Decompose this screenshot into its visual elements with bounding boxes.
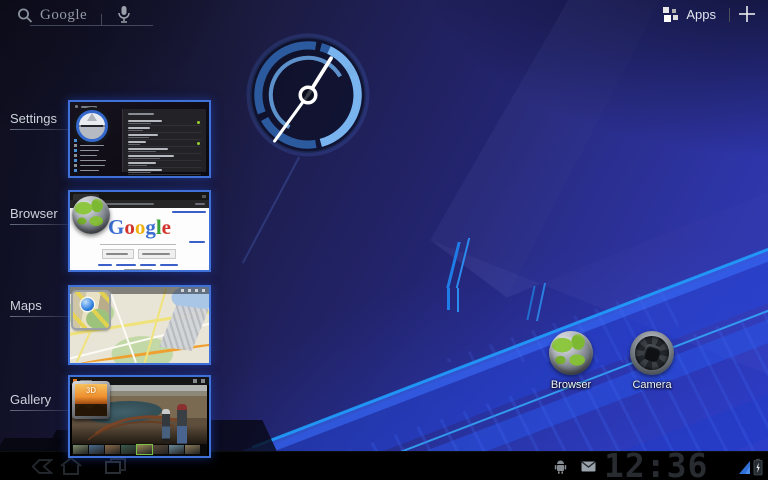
settings-row <box>128 119 201 126</box>
search-widget-label: Google <box>40 7 87 24</box>
filmstrip-thumb <box>121 445 136 454</box>
settings-row <box>128 168 201 175</box>
filmstrip-thumb <box>105 445 120 454</box>
settings-row <box>128 126 201 133</box>
honeycomb-home-screen: Google Apps <box>0 0 768 480</box>
filmstrip-thumb <box>153 445 168 454</box>
logo-letter: o <box>135 215 146 239</box>
battery-charging-icon <box>753 458 763 476</box>
android-robot-icon <box>554 459 567 474</box>
maps-app-icon <box>73 292 109 328</box>
analog-clock-widget[interactable] <box>246 33 370 157</box>
apps-button-label: Apps <box>686 7 716 22</box>
recent-thumb-gallery[interactable]: 3D <box>68 375 211 458</box>
google-search-widget[interactable]: Google <box>12 4 157 28</box>
settings-row <box>128 161 201 168</box>
desktop-icon-browser[interactable]: Browser <box>531 331 611 391</box>
settings-row <box>128 154 201 161</box>
recents-icon[interactable] <box>103 456 129 477</box>
system-clock: 12:36 <box>604 452 708 480</box>
apps-button[interactable]: Apps <box>663 6 716 22</box>
plus-icon[interactable] <box>738 5 756 23</box>
recent-thumb-browser[interactable]: Google <box>68 190 211 272</box>
recent-thumb-settings[interactable] <box>68 100 211 178</box>
clock-center <box>300 87 316 103</box>
filmstrip-thumb <box>89 445 104 454</box>
apps-grid-icon <box>663 6 679 22</box>
globe-icon <box>549 331 593 375</box>
settings-app-icon <box>73 107 111 145</box>
settings-list-item <box>74 168 118 173</box>
filmstrip-thumb <box>169 445 184 454</box>
gallery-app-icon: 3D <box>72 381 110 419</box>
logo-letter: G <box>108 215 124 239</box>
desktop-icon-label: Browser <box>531 379 611 391</box>
search-underline <box>30 25 101 26</box>
settings-rows <box>128 119 201 170</box>
desktop-icon-camera[interactable]: Camera <box>612 331 692 391</box>
signal-icon <box>738 460 751 475</box>
filmstrip-thumb <box>185 445 200 454</box>
email-icon <box>581 461 596 472</box>
desktop-icon-label: Camera <box>612 379 692 391</box>
photo-person-short <box>162 409 170 441</box>
photo-person-tall <box>177 404 187 445</box>
search-icon <box>16 7 34 25</box>
filmstrip-thumb <box>137 445 152 454</box>
mic-icon[interactable] <box>116 5 132 26</box>
gallery-filmstrip <box>72 444 207 456</box>
logo-letter: g <box>145 215 156 239</box>
settings-row <box>128 140 201 147</box>
home-icon[interactable] <box>58 456 84 477</box>
status-cluster[interactable]: 12:36 <box>548 452 768 480</box>
settings-row <box>128 147 201 154</box>
browser-app-icon <box>72 196 110 234</box>
settings-row <box>128 133 201 140</box>
recent-thumb-maps[interactable] <box>68 285 211 365</box>
topbar-divider <box>729 8 730 22</box>
logo-letter: e <box>162 215 171 239</box>
logo-letter: o <box>124 215 135 239</box>
back-icon[interactable] <box>31 457 53 476</box>
filmstrip-thumb <box>73 445 88 454</box>
camera-lens-icon <box>630 331 674 375</box>
